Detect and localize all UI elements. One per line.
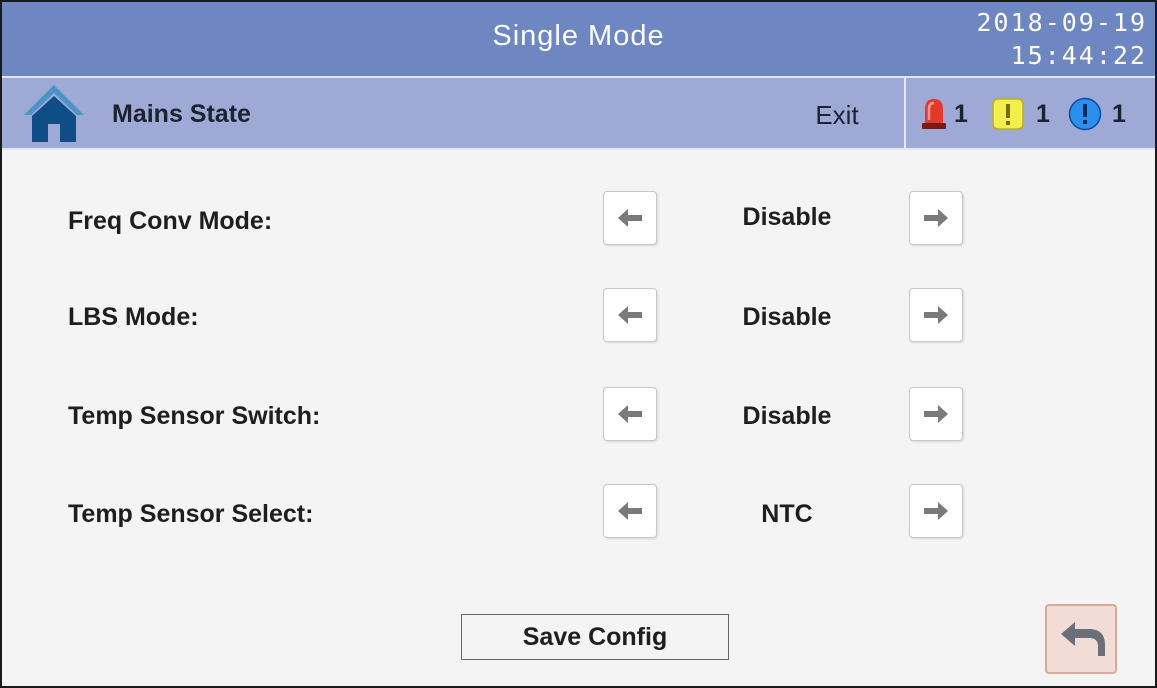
temp-sensor-switch-next-button[interactable] (909, 387, 963, 441)
exit-button[interactable]: Exit (792, 98, 882, 132)
right-arrow-icon (924, 405, 948, 423)
lbs-mode-label: LBS Mode: (68, 303, 199, 331)
yellow-warning-icon (992, 98, 1024, 130)
left-arrow-icon (618, 502, 642, 520)
red-alarm-light-icon (922, 99, 946, 129)
divider (904, 78, 906, 148)
status-bar: Mains State Exit 1 1 1 (2, 78, 1155, 150)
title-bar: Single Mode 2018-09-19 15:44:22 (2, 2, 1155, 78)
temp-sensor-select-next-button[interactable] (909, 484, 963, 538)
info-count: 1 (1112, 100, 1126, 128)
left-arrow-icon (618, 405, 642, 423)
temp-sensor-select-prev-button[interactable] (603, 484, 657, 538)
freq-conv-mode-prev-button[interactable] (603, 191, 657, 245)
freq-conv-mode-next-button[interactable] (909, 191, 963, 245)
warning-count: 1 (1036, 100, 1050, 128)
temp-sensor-select-value: NTC (761, 500, 813, 528)
info-alarm[interactable]: 1 (1068, 96, 1128, 132)
app-window: Single Mode 2018-09-19 15:44:22 Mains St… (0, 0, 1157, 688)
date-text: 2018-09-19 (976, 8, 1147, 37)
home-icon[interactable] (22, 82, 86, 144)
left-arrow-icon (618, 209, 642, 227)
right-arrow-icon (924, 502, 948, 520)
temp-sensor-switch-value: Disable (742, 402, 832, 430)
time-text: 15:44:22 (1010, 41, 1147, 70)
return-arrow-icon (1061, 622, 1105, 656)
datetime-display: 2018-09-19 15:44:22 (937, 6, 1147, 72)
freq-conv-mode-label: Freq Conv Mode: (68, 207, 273, 235)
back-button[interactable] (1045, 604, 1117, 674)
right-arrow-icon (924, 209, 948, 227)
mains-state-label: Mains State (112, 100, 251, 128)
lbs-mode-prev-button[interactable] (603, 288, 657, 342)
temp-sensor-switch-prev-button[interactable] (603, 387, 657, 441)
left-arrow-icon (618, 306, 642, 324)
critical-count: 1 (954, 100, 968, 128)
temp-sensor-select-label: Temp Sensor Select: (68, 500, 314, 528)
lbs-mode-next-button[interactable] (909, 288, 963, 342)
blue-info-icon (1068, 97, 1102, 131)
right-arrow-icon (924, 306, 948, 324)
warning-alarm[interactable]: 1 (992, 96, 1052, 132)
freq-conv-mode-value: Disable (742, 203, 832, 231)
critical-alarm[interactable]: 1 (920, 96, 968, 132)
lbs-mode-value: Disable (742, 303, 832, 331)
save-config-button[interactable]: Save Config (461, 614, 729, 660)
temp-sensor-switch-label: Temp Sensor Switch: (68, 402, 321, 430)
